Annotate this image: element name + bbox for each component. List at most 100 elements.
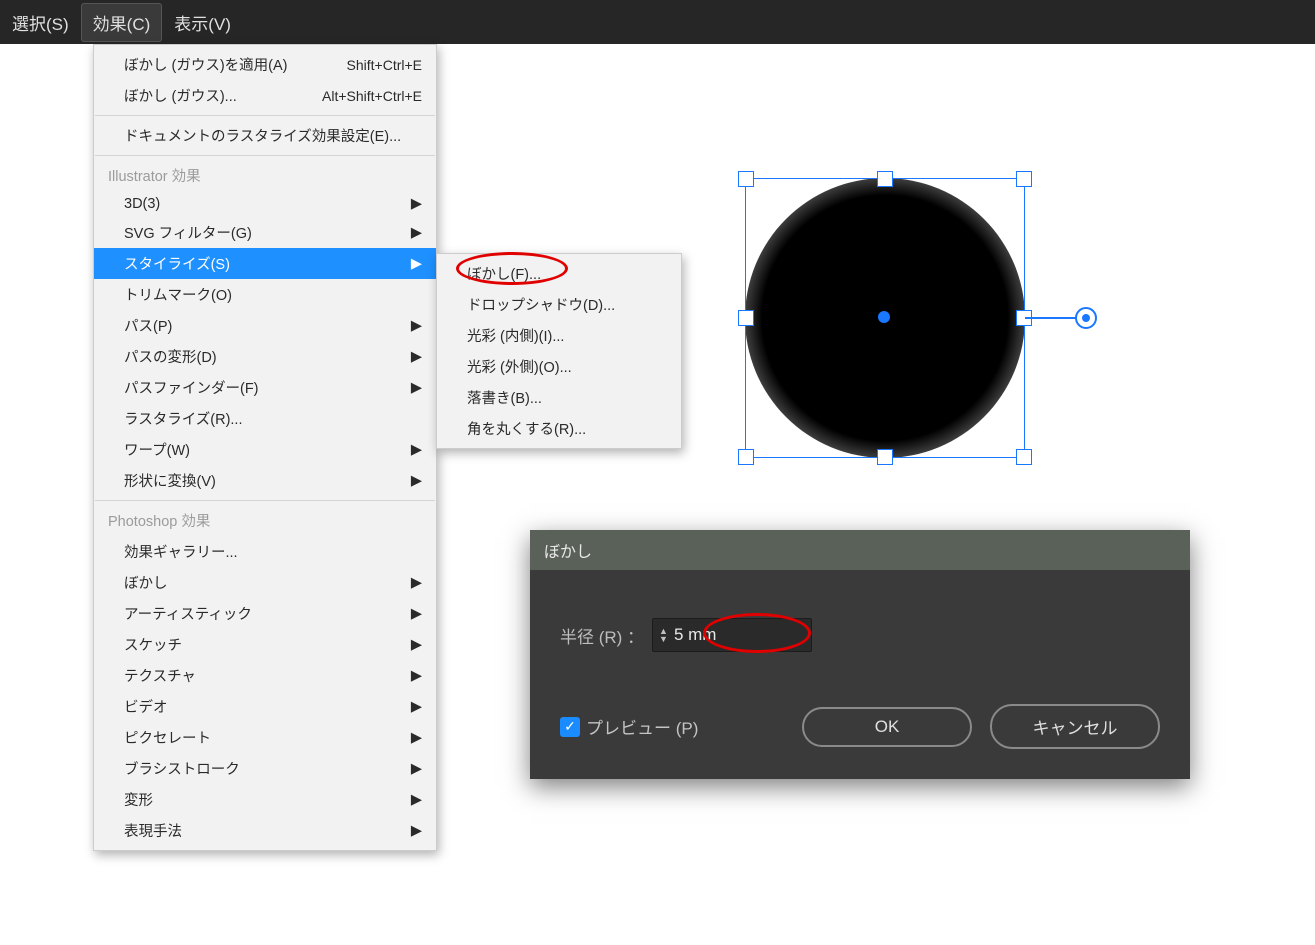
menu-distort[interactable]: 変形 ▶: [94, 784, 436, 815]
menu-ps-blur[interactable]: ぼかし ▶: [94, 567, 436, 598]
submenu-drop-shadow[interactable]: ドロップシャドウ(D)...: [437, 289, 681, 320]
submenu-arrow-icon: ▶: [411, 637, 422, 653]
menu-path[interactable]: パス(P) ▶: [94, 310, 436, 341]
resize-handle[interactable]: [877, 449, 893, 465]
submenu-blur[interactable]: ぼかし(F)...: [437, 258, 681, 289]
radius-stepper[interactable]: ▲▼: [652, 618, 812, 652]
menu-item-label: パス(P): [124, 315, 422, 336]
submenu-arrow-icon: ▶: [411, 575, 422, 591]
menu-item-label: ワープ(W): [124, 439, 422, 460]
menu-effect[interactable]: 効果(C): [81, 3, 163, 42]
menubar: 選択(S) 効果(C) 表示(V): [0, 0, 1315, 44]
submenu-arrow-icon: ▶: [411, 256, 422, 272]
submenu-scribble[interactable]: 落書き(B)...: [437, 382, 681, 413]
menu-stylize[interactable]: スタイライズ(S) ▶: [94, 248, 436, 279]
menu-item-label: ぼかし(F)...: [467, 263, 667, 284]
stepper-arrows-icon[interactable]: ▲▼: [659, 627, 668, 643]
submenu-outer-glow[interactable]: 光彩 (外側)(O)...: [437, 351, 681, 382]
menu-trim-marks[interactable]: トリムマーク(O): [94, 279, 436, 310]
menu-item-label: パスファインダー(F): [124, 377, 422, 398]
menu-path-distort[interactable]: パスの変形(D) ▶: [94, 341, 436, 372]
menu-item-label: スケッチ: [124, 634, 422, 655]
dialog-body: 半径 (R) ： ▲▼ ✓ プレビュー (P) OK キャンセル: [530, 570, 1190, 779]
submenu-arrow-icon: ▶: [411, 668, 422, 684]
ok-button[interactable]: OK: [802, 707, 972, 747]
menu-svg-filter[interactable]: SVG フィルター(G) ▶: [94, 217, 436, 248]
menu-texture[interactable]: テクスチャ ▶: [94, 660, 436, 691]
resize-handle[interactable]: [738, 171, 754, 187]
stylize-submenu: ぼかし(F)... ドロップシャドウ(D)... 光彩 (内側)(I)... 光…: [436, 253, 682, 449]
menu-item-label: 効果ギャラリー...: [124, 541, 422, 562]
menu-artistic[interactable]: アーティスティック ▶: [94, 598, 436, 629]
menu-item-label: ぼかし (ガウス)を適用(A): [124, 54, 347, 75]
menu-brush-strokes[interactable]: ブラシストローク ▶: [94, 753, 436, 784]
menu-item-label: 形状に変換(V): [124, 470, 422, 491]
submenu-arrow-icon: ▶: [411, 380, 422, 396]
preview-toggle[interactable]: ✓ プレビュー (P): [560, 714, 784, 739]
menu-view[interactable]: 表示(V): [162, 2, 243, 43]
submenu-arrow-icon: ▶: [411, 349, 422, 365]
checkbox-checked-icon[interactable]: ✓: [560, 717, 580, 737]
menu-pixelate[interactable]: ピクセレート ▶: [94, 722, 436, 753]
menu-warp[interactable]: ワープ(W) ▶: [94, 434, 436, 465]
resize-handle[interactable]: [1016, 171, 1032, 187]
menu-pathfinder[interactable]: パスファインダー(F) ▶: [94, 372, 436, 403]
menu-separator: [95, 155, 435, 156]
preview-label-text: プレビュー (P): [586, 714, 698, 739]
menu-render[interactable]: 表現手法 ▶: [94, 815, 436, 846]
submenu-arrow-icon: ▶: [411, 699, 422, 715]
menu-blur-gauss[interactable]: ぼかし (ガウス)... Alt+Shift+Ctrl+E: [94, 80, 436, 111]
menu-item-label: ビデオ: [124, 696, 422, 717]
menu-video[interactable]: ビデオ ▶: [94, 691, 436, 722]
menu-rasterize[interactable]: ラスタライズ(R)...: [94, 403, 436, 434]
resize-handle[interactable]: [738, 449, 754, 465]
menu-separator: [95, 115, 435, 116]
submenu-arrow-icon: ▶: [411, 318, 422, 334]
menu-doc-raster[interactable]: ドキュメントのラスタライズ効果設定(E)...: [94, 120, 436, 151]
menu-item-label: パスの変形(D): [124, 346, 422, 367]
menu-item-label: 表現手法: [124, 820, 422, 841]
menu-effect-gallery[interactable]: 効果ギャラリー...: [94, 536, 436, 567]
menu-3d[interactable]: 3D(3) ▶: [94, 191, 436, 217]
submenu-arrow-icon: ▶: [411, 823, 422, 839]
menu-convert-shape[interactable]: 形状に変換(V) ▶: [94, 465, 436, 496]
menu-section-header: Photoshop 効果: [94, 505, 436, 536]
resize-handle[interactable]: [877, 171, 893, 187]
rotation-line: [1025, 317, 1079, 319]
menu-item-label: ぼかし: [124, 572, 422, 593]
shortcut-text: Alt+Shift+Ctrl+E: [322, 88, 422, 104]
radius-label: 半径 (R) ：: [560, 623, 644, 648]
center-point-icon: [878, 311, 890, 323]
dialog-footer: ✓ プレビュー (P) OK キャンセル: [560, 704, 1160, 749]
submenu-arrow-icon: ▶: [411, 730, 422, 746]
menu-item-label: ラスタライズ(R)...: [124, 408, 422, 429]
menu-item-label: 光彩 (外側)(O)...: [467, 356, 667, 377]
blur-dialog: ぼかし 半径 (R) ： ▲▼ ✓ プレビュー (P) OK キャンセル: [530, 530, 1190, 779]
menu-item-label: ドロップシャドウ(D)...: [467, 294, 667, 315]
resize-handle[interactable]: [738, 310, 754, 326]
cancel-button[interactable]: キャンセル: [990, 704, 1160, 749]
submenu-round-corners[interactable]: 角を丸くする(R)...: [437, 413, 681, 444]
menu-item-label: 変形: [124, 789, 422, 810]
menu-section-header: Illustrator 効果: [94, 160, 436, 191]
rotation-handle[interactable]: [1075, 307, 1097, 329]
menu-item-label: ブラシストローク: [124, 758, 422, 779]
menu-separator: [95, 500, 435, 501]
resize-handle[interactable]: [1016, 449, 1032, 465]
submenu-inner-glow[interactable]: 光彩 (内側)(I)...: [437, 320, 681, 351]
menu-sketch[interactable]: スケッチ ▶: [94, 629, 436, 660]
submenu-arrow-icon: ▶: [411, 196, 422, 212]
dialog-title: ぼかし: [530, 530, 1190, 570]
menu-item-label: トリムマーク(O): [124, 284, 422, 305]
canvas-area: [735, 160, 1105, 470]
effect-dropdown: ぼかし (ガウス)を適用(A) Shift+Ctrl+E ぼかし (ガウス)..…: [93, 44, 437, 851]
radius-field-row: 半径 (R) ： ▲▼: [560, 618, 1160, 652]
menu-item-label: ぼかし (ガウス)...: [124, 85, 322, 106]
menu-item-label: 光彩 (内側)(I)...: [467, 325, 667, 346]
menu-apply-last[interactable]: ぼかし (ガウス)を適用(A) Shift+Ctrl+E: [94, 49, 436, 80]
radius-input[interactable]: [672, 625, 792, 645]
submenu-arrow-icon: ▶: [411, 225, 422, 241]
menu-select[interactable]: 選択(S): [0, 2, 81, 43]
menu-item-label: SVG フィルター(G): [124, 222, 422, 243]
submenu-arrow-icon: ▶: [411, 792, 422, 808]
